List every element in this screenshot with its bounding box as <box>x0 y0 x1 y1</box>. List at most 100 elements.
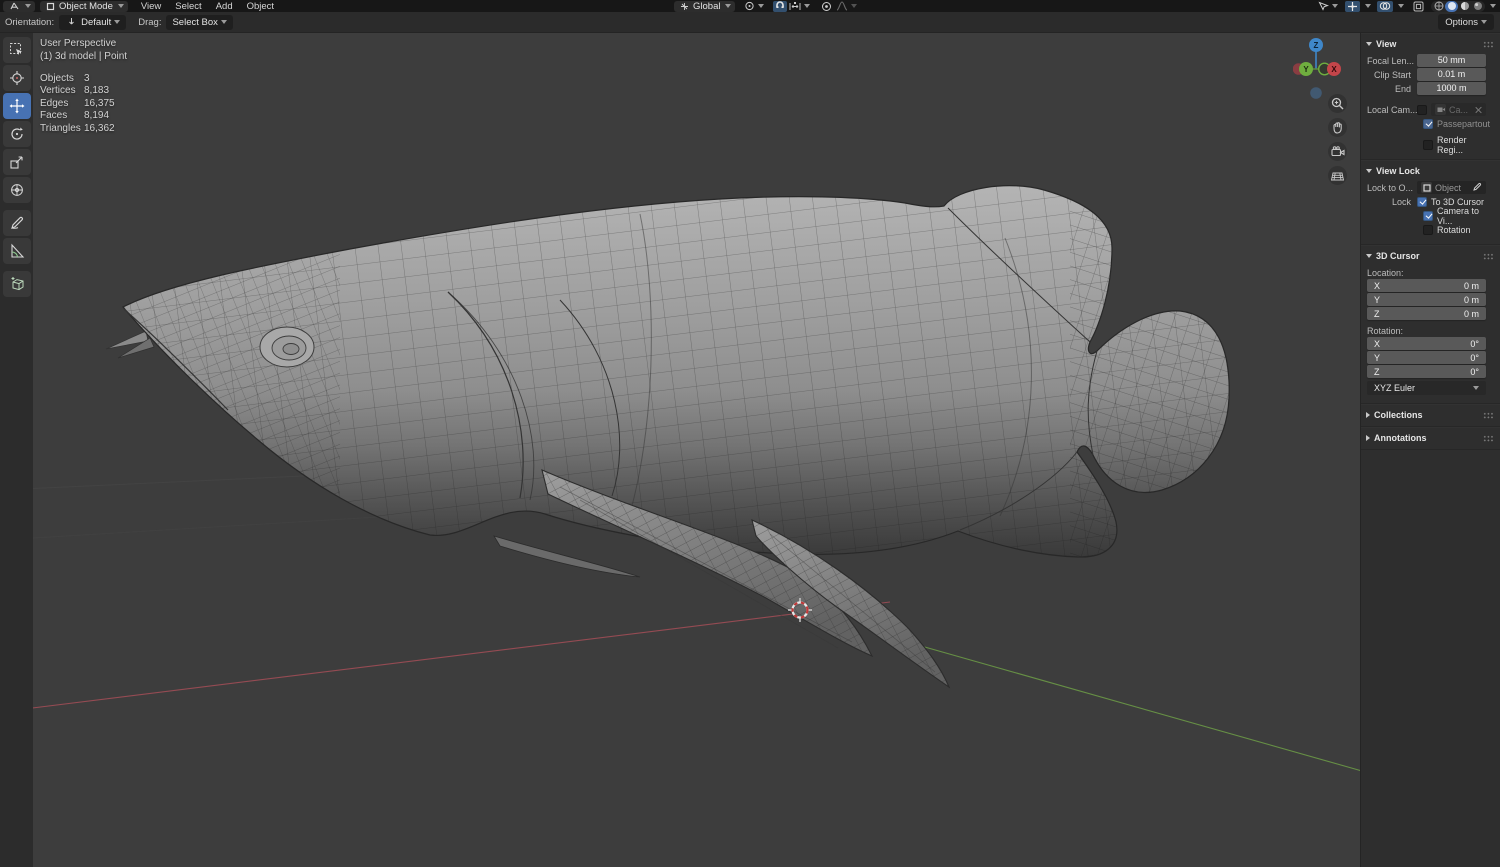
gizmo-x-ball[interactable]: X <box>1327 62 1341 76</box>
lock-rotation-label: Rotation <box>1437 224 1471 235</box>
focal-length-field[interactable]: 50 mm <box>1417 54 1486 67</box>
section-view-lock-header[interactable]: View Lock <box>1361 162 1500 180</box>
shading-dropdown[interactable] <box>1485 1 1498 12</box>
stat-label: Faces <box>40 110 68 121</box>
menu-add[interactable]: Add <box>209 0 240 12</box>
clip-start-field[interactable]: 0.01 m <box>1417 68 1486 81</box>
tool-measure[interactable] <box>2 238 31 264</box>
tool-add-cube[interactable] <box>2 271 31 297</box>
viewport-canvas[interactable] <box>0 0 1500 867</box>
drag-mode-dropdown[interactable]: Select Box <box>166 14 233 30</box>
xray-toggle[interactable] <box>1411 1 1426 12</box>
cursor-loc-x-field[interactable]: X 0 m <box>1367 279 1486 292</box>
section-view-lock: View Lock Lock to O... Object Lock To 3D… <box>1361 160 1500 245</box>
tool-scale[interactable] <box>2 149 31 175</box>
stat-label: Objects <box>40 72 74 84</box>
shading-material-button[interactable] <box>1458 1 1471 12</box>
proportional-editing-toggle[interactable] <box>819 1 834 12</box>
rotation-order-value: XYZ Euler <box>1374 383 1416 393</box>
eyedropper-icon[interactable] <box>1473 182 1482 193</box>
tool-settings-bar: Orientation: Default Drag: Select Box Op… <box>0 12 1500 33</box>
axis-x-label: X <box>1374 280 1381 291</box>
shading-rendered-button[interactable] <box>1471 1 1484 12</box>
cursor-rot-z-field[interactable]: Z 0° <box>1367 365 1486 378</box>
section-view-header[interactable]: View <box>1361 35 1500 53</box>
show-object-types-dropdown[interactable] <box>1316 1 1340 12</box>
cursor-loc-z-field[interactable]: Z 0 m <box>1367 307 1486 320</box>
drag-label: Drag: <box>138 16 162 28</box>
tool-annotate[interactable] <box>2 210 31 236</box>
render-region-checkbox[interactable] <box>1423 139 1433 150</box>
lock-to-object-field[interactable]: Object <box>1417 181 1486 194</box>
tool-transform[interactable] <box>2 177 31 203</box>
show-overlays-toggle[interactable] <box>1377 0 1393 12</box>
shading-wireframe-button[interactable] <box>1432 1 1445 12</box>
local-camera-checkbox[interactable] <box>1417 104 1427 115</box>
tool-select-box[interactable] <box>2 37 31 63</box>
passepartout-checkbox[interactable] <box>1423 118 1433 129</box>
snap-target-dropdown[interactable] <box>787 1 812 12</box>
local-camera-field[interactable]: Ca... <box>1431 103 1486 116</box>
panel-grip-icon[interactable] <box>1483 252 1494 260</box>
section-view: View Focal Len... 50 mm Clip Start 0.01 … <box>1361 33 1500 160</box>
section-title: Collections <box>1374 410 1423 420</box>
cursor-rot-x-field[interactable]: X 0° <box>1367 337 1486 350</box>
clip-end-field[interactable]: 1000 m <box>1417 82 1486 95</box>
gizmo-z-ball[interactable]: Z <box>1309 38 1323 52</box>
orthographic-toggle-button[interactable] <box>1328 166 1347 185</box>
options-label: Options <box>1445 16 1478 28</box>
shading-solid-button[interactable] <box>1445 0 1458 12</box>
section-collections: Collections <box>1361 404 1500 427</box>
pan-hand-button[interactable] <box>1328 118 1347 137</box>
menu-view[interactable]: View <box>134 0 168 12</box>
cursor-loc-y-field[interactable]: Y 0 m <box>1367 293 1486 306</box>
scene-statistics: Objects 3 Vertices 8,183 Edges 16,375 Faces… <box>40 73 127 136</box>
camera-to-view-checkbox[interactable] <box>1423 210 1433 221</box>
section-3d-cursor-header[interactable]: 3D Cursor <box>1361 247 1500 265</box>
zoom-button[interactable] <box>1328 94 1347 113</box>
lock-rotation-checkbox[interactable] <box>1423 224 1433 235</box>
section-collections-header[interactable]: Collections <box>1361 406 1500 424</box>
topbar: Object Mode View Select Add Object Globa… <box>0 0 1500 12</box>
navigation-gizmo[interactable]: Y X Z <box>1293 36 1345 102</box>
tool-cursor[interactable] <box>2 65 31 91</box>
gizmo-y-ball[interactable]: Y <box>1299 62 1313 76</box>
local-camera-label: Local Cam... <box>1367 104 1417 115</box>
proportional-falloff-dropdown[interactable] <box>834 1 859 12</box>
fish-mesh-model[interactable] <box>100 175 1240 689</box>
object-data-icon <box>1421 182 1432 193</box>
panel-grip-icon[interactable] <box>1483 434 1494 442</box>
tool-move[interactable] <box>2 93 31 119</box>
clear-camera-icon[interactable] <box>1474 106 1482 114</box>
mode-selector[interactable]: Object Mode <box>40 0 128 12</box>
cursor-loc-x-value: 0 m <box>1463 280 1479 291</box>
snap-toggle[interactable] <box>773 0 788 12</box>
panel-grip-icon[interactable] <box>1483 411 1494 419</box>
menu-object[interactable]: Object <box>240 0 281 12</box>
camera-view-button[interactable] <box>1328 142 1347 161</box>
editor-type-button[interactable] <box>3 0 35 12</box>
gizmo-dropdown[interactable] <box>1360 1 1373 12</box>
transform-orientation-dropdown[interactable]: Global <box>674 0 736 12</box>
lock-to-cursor-checkbox[interactable] <box>1417 196 1427 207</box>
cursor-rot-y-field[interactable]: Y 0° <box>1367 351 1486 364</box>
section-annotations-header[interactable]: Annotations <box>1361 429 1500 447</box>
overlays-dropdown[interactable] <box>1393 1 1406 12</box>
cursor-loc-y-value: 0 m <box>1463 294 1479 305</box>
section-title: 3D Cursor <box>1376 251 1420 261</box>
menu-select[interactable]: Select <box>168 0 208 12</box>
expand-icon <box>1366 435 1370 441</box>
stat-value: 3 <box>84 72 90 84</box>
show-gizmo-toggle[interactable] <box>1345 0 1360 12</box>
rotation-order-dropdown[interactable]: XYZ Euler <box>1367 381 1486 395</box>
cursor-rotation-label: Rotation: <box>1367 326 1404 336</box>
section-3d-cursor: 3D Cursor Location: X 0 m Y 0 m Z 0 m Rotat… <box>1361 245 1500 404</box>
options-button[interactable]: Options <box>1438 14 1494 30</box>
panel-grip-icon[interactable] <box>1483 40 1494 48</box>
pivot-point-dropdown[interactable] <box>742 1 766 12</box>
gizmo-neg-z-ball[interactable] <box>1310 87 1322 99</box>
clip-end-label: End <box>1394 83 1411 94</box>
orientation-preset-dropdown[interactable]: Default <box>59 14 127 30</box>
tool-rotate[interactable] <box>2 121 31 147</box>
stat-value: 16,375 <box>84 97 115 109</box>
